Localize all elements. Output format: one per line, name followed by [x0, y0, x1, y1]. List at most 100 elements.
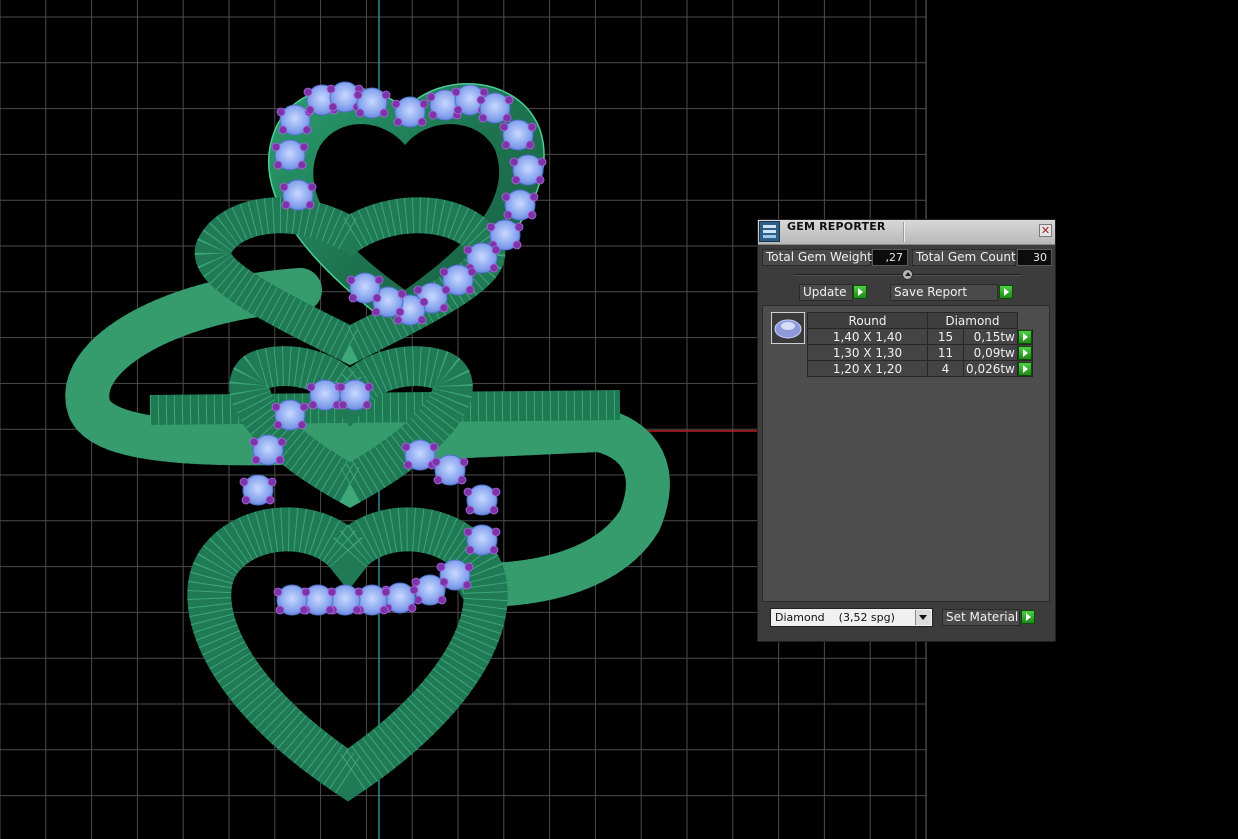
prong [379, 108, 389, 118]
prong [278, 125, 288, 135]
prong [489, 505, 499, 515]
report-icon [759, 221, 780, 242]
update-button[interactable]: Update [799, 284, 853, 301]
select-row-icon[interactable] [1017, 345, 1032, 360]
table-row[interactable]: 1,30 X 1,30 11 0,09tw [807, 344, 1033, 361]
prong [537, 157, 547, 167]
prong [419, 99, 429, 109]
material-header: Diamond [927, 312, 1018, 329]
weight-cell: 0,15tw [963, 328, 1018, 345]
save-report-go-icon[interactable] [999, 285, 1013, 299]
prong [299, 402, 309, 412]
prong [273, 160, 283, 170]
gem-thumbnail[interactable] [771, 312, 805, 344]
prong [299, 605, 309, 615]
gem-list-area: Round Diamond 1,40 X 1,40 15 0,15tw 1,30… [762, 305, 1050, 602]
prong [302, 125, 312, 135]
prong [299, 142, 309, 152]
prong [336, 382, 346, 392]
prong [429, 442, 439, 452]
prong [501, 192, 511, 202]
set-material-go-icon[interactable] [1021, 610, 1035, 624]
size-cell: 1,40 X 1,40 [807, 328, 928, 345]
prong [479, 87, 489, 97]
prong [439, 577, 449, 587]
prong [512, 240, 522, 250]
prong [436, 562, 446, 572]
prong [372, 293, 382, 303]
shape-header: Round [807, 312, 928, 329]
material-dropdown[interactable]: Diamond (3,52 spg) [770, 608, 933, 627]
prong [489, 263, 499, 273]
prong [267, 477, 277, 487]
prong [509, 157, 519, 167]
prong [276, 107, 286, 117]
close-icon[interactable]: ✕ [1039, 224, 1052, 237]
prong [251, 455, 261, 465]
size-cell: 1,20 X 1,20 [807, 360, 928, 377]
prong [433, 475, 443, 485]
prong [535, 175, 545, 185]
prong [464, 562, 474, 572]
total-gem-weight-value: ,27 [872, 249, 908, 266]
prong [249, 437, 259, 447]
prong [439, 303, 449, 313]
count-cell: 15 [927, 328, 964, 345]
prong [265, 495, 275, 505]
prong [478, 113, 488, 123]
count-cell: 11 [927, 344, 964, 361]
prong [489, 545, 499, 555]
table-row[interactable]: 1,20 X 1,20 4 0,026tw [807, 360, 1033, 377]
collapse-icon[interactable] [902, 269, 913, 280]
prong [275, 605, 285, 615]
ring-model[interactable] [65, 81, 670, 802]
prong [504, 95, 514, 105]
prong [277, 437, 287, 447]
prong [275, 455, 285, 465]
chevron-down-icon[interactable] [915, 610, 931, 625]
prong [453, 105, 463, 115]
prong [426, 92, 436, 102]
prong [502, 113, 512, 123]
prong [403, 460, 413, 470]
prong [346, 275, 356, 285]
weight-cell: 0,026tw [963, 360, 1018, 377]
prong [439, 267, 449, 277]
prong [307, 182, 317, 192]
select-row-icon[interactable] [1017, 329, 1032, 344]
prong [362, 400, 372, 410]
prong [407, 603, 417, 613]
prong [413, 285, 423, 295]
prong [457, 475, 467, 485]
prong [371, 307, 381, 317]
table-row[interactable]: 1,40 X 1,40 15 0,15tw [807, 328, 1033, 345]
prong [417, 117, 427, 127]
prong [529, 192, 539, 202]
prong [393, 315, 403, 325]
row-go-cell [1016, 328, 1033, 345]
prong [491, 245, 501, 255]
table-header-row: Round Diamond [807, 312, 1033, 329]
select-row-icon[interactable] [1017, 361, 1032, 376]
panel-titlebar[interactable]: GEM REPORTER ✕ [758, 220, 1055, 245]
prong [391, 99, 401, 109]
title-separator [903, 222, 905, 242]
prong [303, 87, 313, 97]
prong [491, 527, 501, 537]
prong [381, 90, 391, 100]
prong [462, 580, 472, 590]
save-report-button[interactable]: Save Report [890, 284, 998, 301]
update-go-icon[interactable] [853, 285, 867, 299]
prong [417, 315, 427, 325]
gem-reporter-panel: GEM REPORTER ✕ Total Gem Weight ,27 Tota… [757, 219, 1056, 642]
prong [364, 382, 374, 392]
prong [279, 182, 289, 192]
prong [514, 222, 524, 232]
prong [441, 285, 451, 295]
panel-title: GEM REPORTER [787, 220, 886, 233]
prong [305, 200, 315, 210]
set-material-button[interactable]: Set Material [942, 609, 1020, 626]
prong [463, 527, 473, 537]
round-diamond-icon [774, 319, 802, 339]
prong [525, 140, 535, 150]
